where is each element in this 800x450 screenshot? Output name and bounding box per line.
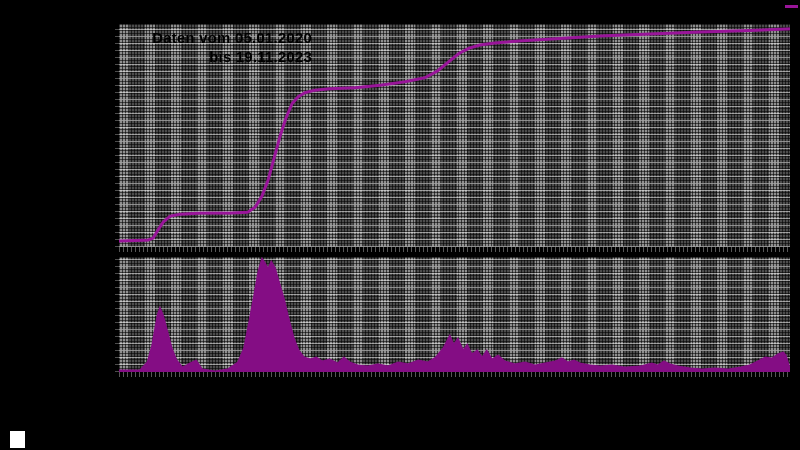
corner-white-square (10, 431, 25, 448)
daily-bars-svg (119, 257, 790, 372)
legend-line-sample-icon (785, 5, 798, 8)
chart-canvas: Daten vom 05.01.2020 bis 19.11.2023 (0, 0, 800, 450)
date-range-annotation: Daten vom 05.01.2020 bis 19.11.2023 (140, 29, 312, 67)
annotation-line-2: bis 19.11.2023 (209, 49, 312, 66)
y-axis-ticks-top-panel (115, 24, 119, 247)
y-axis-ticks-bottom-panel (115, 257, 119, 372)
x-axis-ticks-top-panel (119, 247, 790, 252)
annotation-line-1: Daten vom 05.01.2020 (152, 30, 312, 47)
x-axis-ticks-bottom-panel (119, 372, 790, 377)
daily-bars-chart-panel (119, 257, 790, 372)
